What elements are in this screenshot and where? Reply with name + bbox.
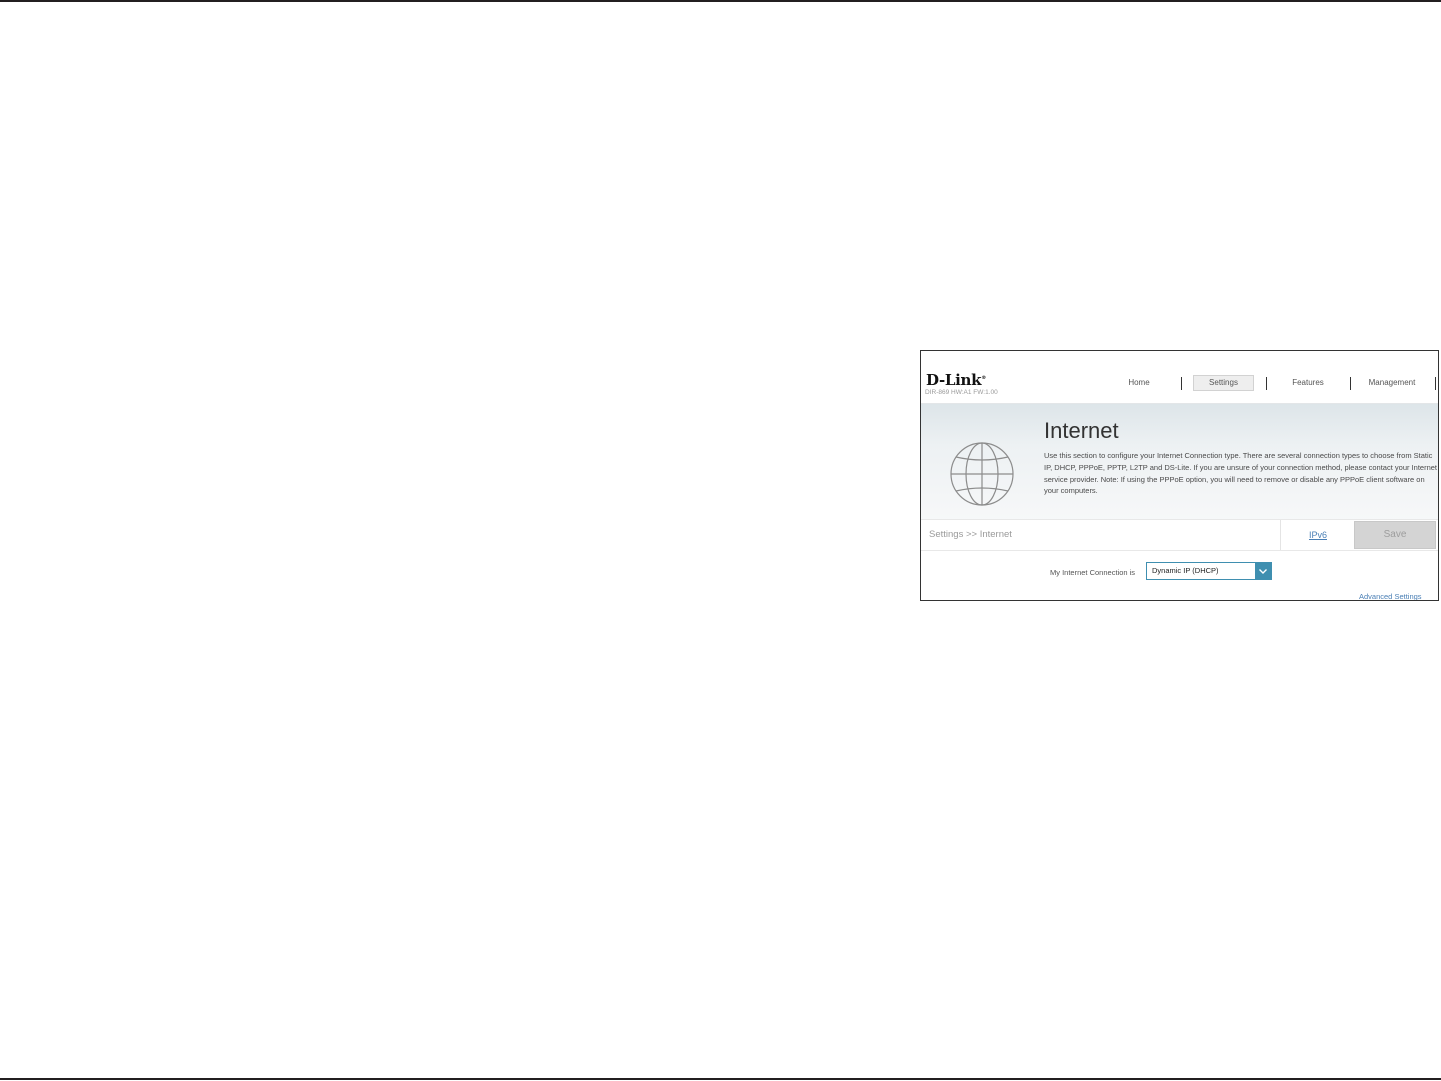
connection-label: My Internet Connection is xyxy=(1050,568,1136,577)
nav-separator xyxy=(1435,377,1436,390)
top-rule xyxy=(0,0,1441,2)
connection-type-value: Dynamic IP (DHCP) xyxy=(1152,566,1219,575)
nav-separator xyxy=(1350,377,1351,390)
header: D-Link® DIR-869 HW:A1 FW:1.00 Home Setti… xyxy=(921,351,1438,403)
breadcrumb: Settings >> Internet xyxy=(929,529,1012,540)
connection-type-select[interactable]: Dynamic IP (DHCP) xyxy=(1146,562,1272,580)
chevron-down-icon[interactable] xyxy=(1255,563,1271,579)
nav-home[interactable]: Home xyxy=(1121,375,1157,391)
page-description: Use this section to configure your Inter… xyxy=(1044,451,1438,496)
main-nav: Home Settings Features Management xyxy=(921,375,1438,391)
nav-management[interactable]: Management xyxy=(1361,375,1423,391)
bottom-rule xyxy=(0,1078,1441,1080)
page-title: Internet xyxy=(1044,418,1119,443)
save-button[interactable]: Save xyxy=(1354,521,1436,549)
advanced-settings-link[interactable]: Advanced Settings xyxy=(1359,592,1422,600)
router-ui-screenshot: D-Link® DIR-869 HW:A1 FW:1.00 Home Setti… xyxy=(920,350,1439,601)
nav-settings[interactable]: Settings xyxy=(1193,375,1254,391)
nav-separator xyxy=(1266,377,1267,390)
nav-features[interactable]: Features xyxy=(1283,375,1333,391)
ipv6-link[interactable]: IPv6 xyxy=(1280,520,1355,550)
globe-icon xyxy=(950,442,1014,506)
nav-separator xyxy=(1181,377,1182,390)
breadcrumb-bar: Settings >> Internet IPv6 Save xyxy=(921,519,1438,551)
